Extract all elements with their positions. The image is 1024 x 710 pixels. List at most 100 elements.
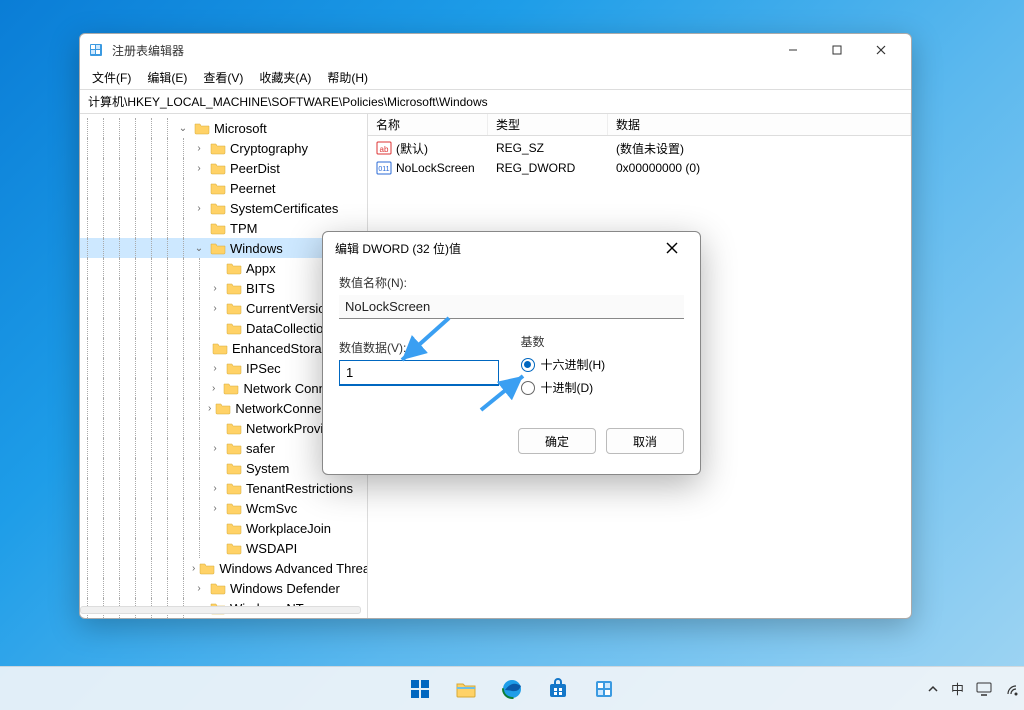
tree-item-cryptography[interactable]: › Cryptography bbox=[80, 138, 367, 158]
chevron-right-icon[interactable]: › bbox=[208, 403, 211, 414]
start-button[interactable] bbox=[400, 669, 440, 709]
folder-icon bbox=[210, 141, 226, 155]
folder-icon bbox=[215, 401, 231, 415]
value-row-nolockscreen[interactable]: 011 NoLockScreen REG_DWORD 0x00000000 (0… bbox=[368, 158, 911, 178]
chevron-right-icon[interactable]: › bbox=[192, 143, 206, 154]
dialog-titlebar[interactable]: 编辑 DWORD (32 位)值 bbox=[323, 232, 700, 264]
radio-checked-icon bbox=[521, 358, 535, 372]
menu-view[interactable]: 查看(V) bbox=[195, 67, 251, 88]
regedit-taskbar-icon[interactable] bbox=[584, 669, 624, 709]
radio-dec-label: 十进制(D) bbox=[541, 379, 594, 396]
folder-icon bbox=[226, 521, 242, 535]
tree-label: WSDAPI bbox=[246, 541, 297, 556]
tree-item-peerdist[interactable]: › PeerDist bbox=[80, 158, 367, 178]
chevron-right-icon[interactable]: › bbox=[208, 363, 222, 374]
column-name[interactable]: 名称 bbox=[368, 114, 488, 135]
minimize-button[interactable] bbox=[771, 35, 815, 65]
address-path: 计算机\HKEY_LOCAL_MACHINE\SOFTWARE\Policies… bbox=[88, 93, 488, 110]
chevron-right-icon[interactable]: › bbox=[208, 503, 222, 514]
tree-item-wsdapi[interactable]: WSDAPI bbox=[80, 538, 367, 558]
value-name-field[interactable] bbox=[339, 295, 684, 319]
chevron-right-icon[interactable]: › bbox=[208, 383, 219, 394]
tree-item-tenantrestrict[interactable]: › TenantRestrictions bbox=[80, 478, 367, 498]
folder-icon bbox=[226, 261, 242, 275]
tree-label: Peernet bbox=[230, 181, 276, 196]
taskbar[interactable]: 中 bbox=[0, 666, 1024, 710]
menu-edit[interactable]: 编辑(E) bbox=[139, 67, 195, 88]
radio-dec[interactable]: 十进制(D) bbox=[521, 379, 685, 396]
store-taskbar-icon[interactable] bbox=[538, 669, 578, 709]
value-name: (默认) bbox=[396, 140, 428, 157]
file-explorer-taskbar-icon[interactable] bbox=[446, 669, 486, 709]
list-header[interactable]: 名称 类型 数据 bbox=[368, 114, 911, 136]
chevron-right-icon[interactable]: › bbox=[192, 603, 206, 614]
tree-label: Windows NT bbox=[230, 601, 304, 616]
tree-label: IPSec bbox=[246, 361, 281, 376]
chevron-right-icon[interactable]: › bbox=[192, 583, 206, 594]
folder-icon bbox=[226, 421, 242, 435]
folder-icon bbox=[226, 461, 242, 475]
systray-chevron-up-icon[interactable] bbox=[927, 683, 939, 695]
cancel-button[interactable]: 取消 bbox=[606, 428, 684, 454]
address-bar[interactable]: 计算机\HKEY_LOCAL_MACHINE\SOFTWARE\Policies… bbox=[80, 90, 911, 114]
tree-item-workplacejoin[interactable]: WorkplaceJoin bbox=[80, 518, 367, 538]
chevron-right-icon[interactable]: › bbox=[192, 203, 206, 214]
edge-taskbar-icon[interactable] bbox=[492, 669, 532, 709]
value-type: REG_SZ bbox=[488, 141, 608, 155]
radio-hex[interactable]: 十六进制(H) bbox=[521, 356, 685, 373]
value-name: NoLockScreen bbox=[396, 161, 475, 175]
chevron-down-icon[interactable]: ⌄ bbox=[176, 123, 190, 134]
window-title: 注册表编辑器 bbox=[112, 42, 184, 59]
tree-item-wcmsvc[interactable]: ›WcmSvc bbox=[80, 498, 367, 518]
column-data[interactable]: 数据 bbox=[608, 114, 911, 135]
chevron-right-icon[interactable]: › bbox=[208, 303, 222, 314]
folder-icon bbox=[226, 441, 242, 455]
tree-label: SystemCertificates bbox=[230, 201, 338, 216]
dialog-close-button[interactable] bbox=[656, 234, 688, 262]
folder-icon bbox=[210, 201, 226, 215]
label-value-data: 数值数据(V): bbox=[339, 339, 503, 356]
tree-item-winnt[interactable]: › Windows NT bbox=[80, 598, 367, 618]
tree-item-peernet[interactable]: Peernet bbox=[80, 178, 367, 198]
folder-icon bbox=[226, 541, 242, 555]
folder-icon bbox=[210, 241, 226, 255]
tree-label: PeerDist bbox=[230, 161, 280, 176]
string-value-icon: ab bbox=[376, 140, 392, 156]
column-type[interactable]: 类型 bbox=[488, 114, 608, 135]
menu-file[interactable]: 文件(F) bbox=[84, 67, 139, 88]
tree-item-winadvthreat[interactable]: ›Windows Advanced Threat Protection bbox=[80, 558, 367, 578]
tree-label: TenantRestrictions bbox=[246, 481, 353, 496]
systray-ime-indicator[interactable]: 中 bbox=[951, 679, 964, 698]
ok-button[interactable]: 确定 bbox=[518, 428, 596, 454]
value-row-default[interactable]: ab (默认) REG_SZ (数值未设置) bbox=[368, 138, 911, 158]
maximize-button[interactable] bbox=[815, 35, 859, 65]
chevron-right-icon[interactable]: › bbox=[208, 443, 222, 454]
dword-value-icon: 011 bbox=[376, 160, 392, 176]
tree-label: Cryptography bbox=[230, 141, 308, 156]
chevron-right-icon[interactable]: › bbox=[208, 283, 222, 294]
tree-label: safer bbox=[246, 441, 275, 456]
menu-help[interactable]: 帮助(H) bbox=[319, 67, 376, 88]
tree-label: DataCollection bbox=[246, 321, 331, 336]
menu-favorites[interactable]: 收藏夹(A) bbox=[251, 67, 319, 88]
app-icon bbox=[88, 42, 104, 58]
tree-item-microsoft[interactable]: ⌄ Microsoft bbox=[80, 118, 367, 138]
close-button[interactable] bbox=[859, 35, 903, 65]
tree-item-systemcerts[interactable]: › SystemCertificates bbox=[80, 198, 367, 218]
titlebar[interactable]: 注册表编辑器 bbox=[80, 34, 911, 66]
systray-network-icon[interactable] bbox=[1004, 682, 1018, 696]
chevron-down-icon[interactable]: ⌄ bbox=[192, 243, 206, 254]
tree-item-windefender[interactable]: › Windows Defender bbox=[80, 578, 367, 598]
chevron-right-icon[interactable]: › bbox=[192, 563, 195, 574]
value-data-input[interactable] bbox=[339, 360, 499, 386]
tree-label: BITS bbox=[246, 281, 275, 296]
chevron-right-icon[interactable]: › bbox=[208, 483, 222, 494]
folder-icon bbox=[212, 341, 228, 355]
tree-label: Microsoft bbox=[214, 121, 267, 136]
menubar: 文件(F) 编辑(E) 查看(V) 收藏夹(A) 帮助(H) bbox=[80, 66, 911, 90]
tree-label: WorkplaceJoin bbox=[246, 521, 331, 536]
chevron-right-icon[interactable]: › bbox=[192, 163, 206, 174]
tree-label: Windows Defender bbox=[230, 581, 340, 596]
systray-display-icon[interactable] bbox=[976, 682, 992, 696]
dialog-title: 编辑 DWORD (32 位)值 bbox=[335, 240, 461, 257]
